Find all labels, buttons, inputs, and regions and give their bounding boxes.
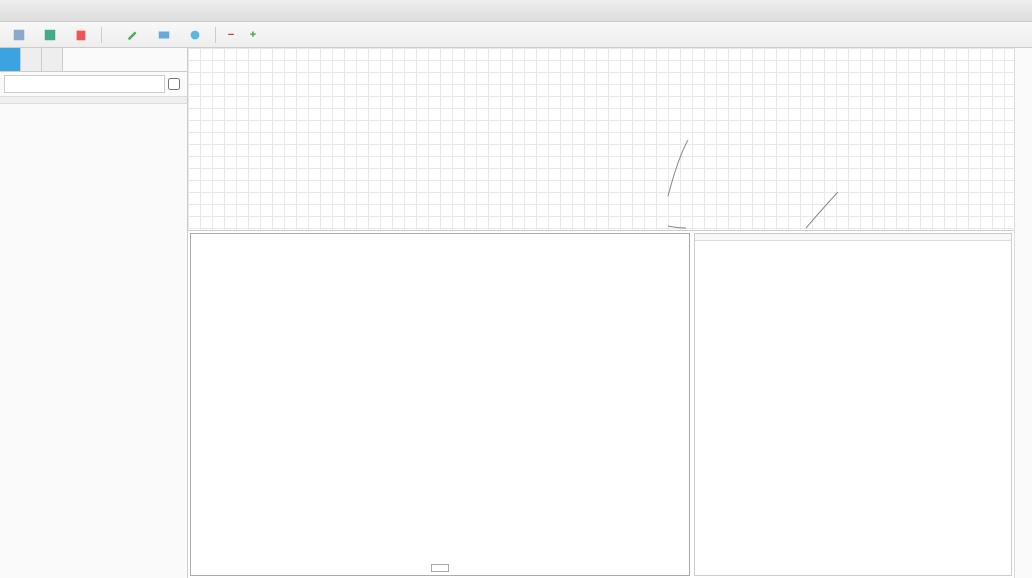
- exclude-checkbox[interactable]: [168, 78, 180, 90]
- save-button[interactable]: [37, 26, 66, 44]
- save-icon: [43, 28, 57, 42]
- results-pane: [694, 233, 1012, 576]
- chart-legend: [431, 564, 449, 572]
- window-title-bar: [0, 0, 1032, 22]
- delete-icon: [74, 28, 88, 42]
- zoom-in-button[interactable]: +: [246, 28, 260, 42]
- edit-sql-button[interactable]: [120, 26, 149, 44]
- results-table-wrapper[interactable]: [695, 241, 1011, 575]
- table-list[interactable]: [0, 104, 187, 578]
- zoom-out-button[interactable]: −: [224, 28, 238, 42]
- delete-button[interactable]: [68, 26, 97, 44]
- pager: [695, 234, 1011, 241]
- canvas-area[interactable]: [188, 48, 1014, 578]
- tab-table-list[interactable]: [0, 48, 21, 71]
- show-sql-button[interactable]: [106, 33, 118, 37]
- left-panel: [0, 48, 188, 578]
- view-icon: [157, 28, 171, 42]
- create-view-button[interactable]: [151, 26, 180, 44]
- toolbar: − +: [0, 22, 1032, 48]
- chart-pane: [190, 233, 690, 576]
- zoom-controls: − +: [224, 28, 260, 42]
- list-header: [0, 97, 187, 104]
- temp-save-button[interactable]: [6, 26, 35, 44]
- pencil-icon: [126, 28, 140, 42]
- right-strip: [1014, 48, 1032, 578]
- bottom-results: [188, 230, 1014, 578]
- preview-button[interactable]: [182, 26, 211, 44]
- tab-view-list[interactable]: [21, 48, 42, 71]
- separator: [215, 27, 216, 43]
- save-draft-icon: [12, 28, 26, 42]
- preview-icon: [188, 28, 202, 42]
- filter-input[interactable]: [4, 75, 165, 93]
- separator: [101, 27, 102, 43]
- pie-chart: [191, 234, 689, 544]
- filter-row: [0, 72, 187, 97]
- tab-other[interactable]: [42, 48, 63, 71]
- panel-tabs: [0, 48, 187, 72]
